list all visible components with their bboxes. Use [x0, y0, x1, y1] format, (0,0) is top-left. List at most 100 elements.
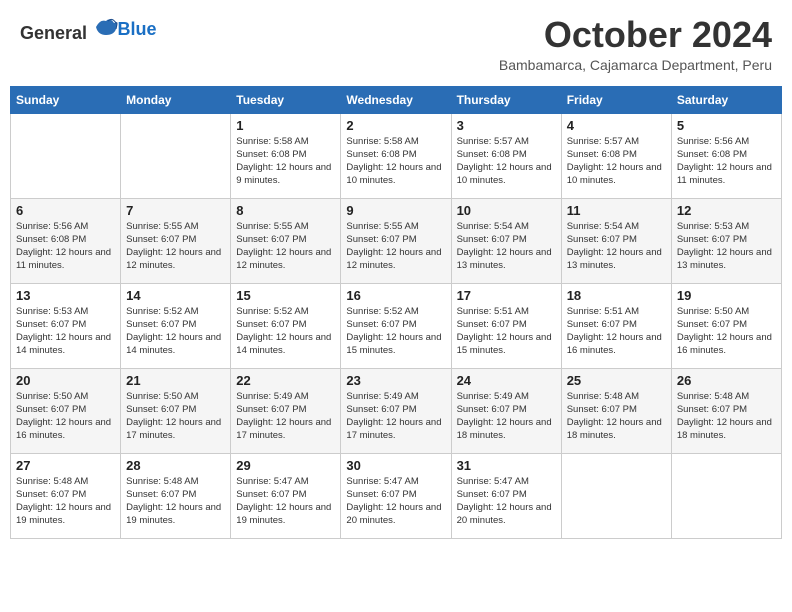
day-number: 30	[346, 458, 445, 473]
calendar-day-cell: 21 Sunrise: 5:50 AM Sunset: 6:07 PM Dayli…	[121, 368, 231, 453]
day-info: Sunrise: 5:48 AM Sunset: 6:07 PM Dayligh…	[126, 475, 225, 528]
calendar-day-cell: 12 Sunrise: 5:53 AM Sunset: 6:07 PM Dayli…	[671, 198, 781, 283]
day-number: 9	[346, 203, 445, 218]
day-info: Sunrise: 5:49 AM Sunset: 6:07 PM Dayligh…	[236, 390, 335, 443]
day-info: Sunrise: 5:48 AM Sunset: 6:07 PM Dayligh…	[677, 390, 776, 443]
calendar-day-cell: 13 Sunrise: 5:53 AM Sunset: 6:07 PM Dayli…	[11, 283, 121, 368]
calendar-day-cell: 26 Sunrise: 5:48 AM Sunset: 6:07 PM Dayli…	[671, 368, 781, 453]
day-number: 12	[677, 203, 776, 218]
day-number: 8	[236, 203, 335, 218]
calendar-day-cell: 5Sunrise: 5:56 AM Sunset: 6:08 PM Daylig…	[671, 113, 781, 198]
logo-blue: Blue	[118, 19, 157, 39]
calendar-week-row: 27Sunrise: 5:48 AM Sunset: 6:07 PM Dayli…	[11, 453, 782, 538]
day-number: 1	[236, 118, 335, 133]
day-info: Sunrise: 5:48 AM Sunset: 6:07 PM Dayligh…	[567, 390, 666, 443]
calendar-header-cell: Thursday	[451, 86, 561, 113]
calendar-header-cell: Monday	[121, 86, 231, 113]
location-title: Bambamarca, Cajamarca Department, Peru	[499, 57, 772, 73]
page-header: General Blue October 2024 Bambamarca, Ca…	[10, 10, 782, 78]
day-info: Sunrise: 5:56 AM Sunset: 6:08 PM Dayligh…	[16, 220, 115, 273]
day-info: Sunrise: 5:47 AM Sunset: 6:07 PM Dayligh…	[236, 475, 335, 528]
day-number: 22	[236, 373, 335, 388]
day-info: Sunrise: 5:49 AM Sunset: 6:07 PM Dayligh…	[346, 390, 445, 443]
day-number: 19	[677, 288, 776, 303]
logo-icon	[94, 15, 118, 39]
calendar-day-cell: 20Sunrise: 5:50 AM Sunset: 6:07 PM Dayli…	[11, 368, 121, 453]
calendar-day-cell: 31Sunrise: 5:47 AM Sunset: 6:07 PM Dayli…	[451, 453, 561, 538]
day-info: Sunrise: 5:50 AM Sunset: 6:07 PM Dayligh…	[677, 305, 776, 358]
calendar-day-cell: 2 Sunrise: 5:58 AM Sunset: 6:08 PM Daylig…	[341, 113, 451, 198]
calendar-day-cell: 3Sunrise: 5:57 AM Sunset: 6:08 PM Daylig…	[451, 113, 561, 198]
day-number: 24	[457, 373, 556, 388]
day-info: Sunrise: 5:57 AM Sunset: 6:08 PM Dayligh…	[457, 135, 556, 188]
day-number: 16	[346, 288, 445, 303]
day-info: Sunrise: 5:52 AM Sunset: 6:07 PM Dayligh…	[236, 305, 335, 358]
calendar-week-row: 1 Sunrise: 5:58 AM Sunset: 6:08 PM Daylig…	[11, 113, 782, 198]
month-title: October 2024	[499, 15, 772, 55]
calendar-day-cell: 14 Sunrise: 5:52 AM Sunset: 6:07 PM Dayli…	[121, 283, 231, 368]
calendar-header-cell: Tuesday	[231, 86, 341, 113]
calendar-day-cell: 16 Sunrise: 5:52 AM Sunset: 6:07 PM Dayli…	[341, 283, 451, 368]
calendar-day-cell: 4 Sunrise: 5:57 AM Sunset: 6:08 PM Daylig…	[561, 113, 671, 198]
calendar-day-cell: 22 Sunrise: 5:49 AM Sunset: 6:07 PM Dayli…	[231, 368, 341, 453]
day-number: 14	[126, 288, 225, 303]
day-info: Sunrise: 5:58 AM Sunset: 6:08 PM Dayligh…	[236, 135, 335, 188]
day-info: Sunrise: 5:49 AM Sunset: 6:07 PM Dayligh…	[457, 390, 556, 443]
day-number: 5	[677, 118, 776, 133]
calendar-day-cell: 10 Sunrise: 5:54 AM Sunset: 6:07 PM Dayli…	[451, 198, 561, 283]
day-info: Sunrise: 5:54 AM Sunset: 6:07 PM Dayligh…	[567, 220, 666, 273]
calendar-day-cell: 29Sunrise: 5:47 AM Sunset: 6:07 PM Dayli…	[231, 453, 341, 538]
calendar-day-cell: 18 Sunrise: 5:51 AM Sunset: 6:07 PM Dayli…	[561, 283, 671, 368]
day-info: Sunrise: 5:58 AM Sunset: 6:08 PM Dayligh…	[346, 135, 445, 188]
day-info: Sunrise: 5:57 AM Sunset: 6:08 PM Dayligh…	[567, 135, 666, 188]
day-number: 2	[346, 118, 445, 133]
day-number: 21	[126, 373, 225, 388]
day-number: 10	[457, 203, 556, 218]
day-number: 26	[677, 373, 776, 388]
day-number: 28	[126, 458, 225, 473]
day-info: Sunrise: 5:50 AM Sunset: 6:07 PM Dayligh…	[126, 390, 225, 443]
calendar-day-cell: 28 Sunrise: 5:48 AM Sunset: 6:07 PM Dayli…	[121, 453, 231, 538]
calendar-day-cell	[11, 113, 121, 198]
calendar-day-cell: 25Sunrise: 5:48 AM Sunset: 6:07 PM Dayli…	[561, 368, 671, 453]
logo: General Blue	[20, 15, 157, 44]
calendar-day-cell: 15 Sunrise: 5:52 AM Sunset: 6:07 PM Dayli…	[231, 283, 341, 368]
day-info: Sunrise: 5:53 AM Sunset: 6:07 PM Dayligh…	[16, 305, 115, 358]
calendar-day-cell: 23 Sunrise: 5:49 AM Sunset: 6:07 PM Dayli…	[341, 368, 451, 453]
day-number: 17	[457, 288, 556, 303]
day-info: Sunrise: 5:47 AM Sunset: 6:07 PM Dayligh…	[457, 475, 556, 528]
day-number: 18	[567, 288, 666, 303]
calendar-day-cell: 7Sunrise: 5:55 AM Sunset: 6:07 PM Daylig…	[121, 198, 231, 283]
calendar-day-cell: 24 Sunrise: 5:49 AM Sunset: 6:07 PM Dayli…	[451, 368, 561, 453]
day-info: Sunrise: 5:50 AM Sunset: 6:07 PM Dayligh…	[16, 390, 115, 443]
day-info: Sunrise: 5:53 AM Sunset: 6:07 PM Dayligh…	[677, 220, 776, 273]
calendar-header-row: SundayMondayTuesdayWednesdayThursdayFrid…	[11, 86, 782, 113]
day-info: Sunrise: 5:51 AM Sunset: 6:07 PM Dayligh…	[567, 305, 666, 358]
logo-general: General	[20, 23, 87, 43]
day-info: Sunrise: 5:52 AM Sunset: 6:07 PM Dayligh…	[346, 305, 445, 358]
day-info: Sunrise: 5:48 AM Sunset: 6:07 PM Dayligh…	[16, 475, 115, 528]
day-number: 11	[567, 203, 666, 218]
calendar-header-cell: Saturday	[671, 86, 781, 113]
day-info: Sunrise: 5:47 AM Sunset: 6:07 PM Dayligh…	[346, 475, 445, 528]
calendar-header: SundayMondayTuesdayWednesdayThursdayFrid…	[11, 86, 782, 113]
calendar-day-cell	[671, 453, 781, 538]
day-number: 15	[236, 288, 335, 303]
calendar-body: 1 Sunrise: 5:58 AM Sunset: 6:08 PM Daylig…	[11, 113, 782, 538]
calendar-header-cell: Wednesday	[341, 86, 451, 113]
day-number: 23	[346, 373, 445, 388]
day-number: 7	[126, 203, 225, 218]
day-info: Sunrise: 5:51 AM Sunset: 6:07 PM Dayligh…	[457, 305, 556, 358]
day-info: Sunrise: 5:52 AM Sunset: 6:07 PM Dayligh…	[126, 305, 225, 358]
calendar-week-row: 20Sunrise: 5:50 AM Sunset: 6:07 PM Dayli…	[11, 368, 782, 453]
day-info: Sunrise: 5:54 AM Sunset: 6:07 PM Dayligh…	[457, 220, 556, 273]
calendar-header-cell: Friday	[561, 86, 671, 113]
calendar-week-row: 13 Sunrise: 5:53 AM Sunset: 6:07 PM Dayli…	[11, 283, 782, 368]
day-number: 4	[567, 118, 666, 133]
calendar-day-cell: 30 Sunrise: 5:47 AM Sunset: 6:07 PM Dayli…	[341, 453, 451, 538]
calendar-day-cell: 17 Sunrise: 5:51 AM Sunset: 6:07 PM Dayli…	[451, 283, 561, 368]
calendar-day-cell: 8 Sunrise: 5:55 AM Sunset: 6:07 PM Daylig…	[231, 198, 341, 283]
day-number: 13	[16, 288, 115, 303]
day-info: Sunrise: 5:55 AM Sunset: 6:07 PM Dayligh…	[236, 220, 335, 273]
calendar-week-row: 6Sunrise: 5:56 AM Sunset: 6:08 PM Daylig…	[11, 198, 782, 283]
